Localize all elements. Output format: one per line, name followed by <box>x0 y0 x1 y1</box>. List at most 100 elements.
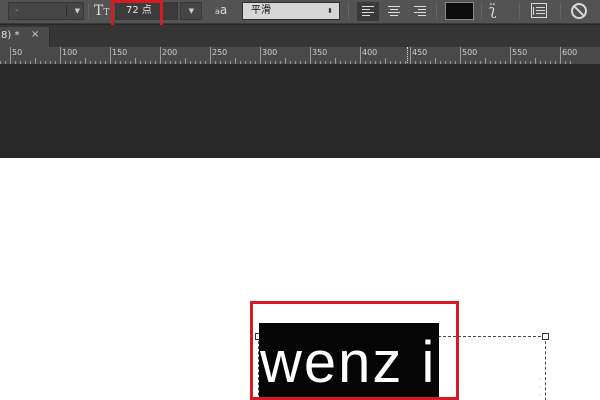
ruler-tick <box>330 61 331 64</box>
ruler-tick <box>480 61 481 64</box>
font-size-dropdown[interactable]: ▼ <box>180 2 202 20</box>
ruler-tick <box>150 61 151 64</box>
ruler-label: 550 <box>512 48 528 57</box>
document-tab[interactable]: 8) * × <box>0 27 50 47</box>
ruler-tick <box>255 61 256 64</box>
text-color-swatch[interactable] <box>445 2 474 20</box>
toolbar-divider <box>436 3 437 20</box>
ruler-tick <box>525 61 526 64</box>
ruler-tick <box>505 61 506 64</box>
ruler-tick <box>30 61 31 64</box>
toolbar-divider <box>348 3 349 20</box>
ruler-tick <box>515 61 516 64</box>
antialias-select[interactable]: 平滑 ⬍ <box>242 2 340 20</box>
ruler-tick <box>15 61 16 64</box>
ruler-tick <box>130 61 131 64</box>
align-right-button[interactable] <box>409 2 431 21</box>
ruler-tick <box>425 61 426 64</box>
cancel-icon[interactable] <box>571 3 587 19</box>
ruler-tick <box>200 61 201 64</box>
ruler-tick <box>465 61 466 64</box>
ruler-tick <box>540 61 541 64</box>
ruler-tick <box>20 61 21 64</box>
chevron-down-icon: ▼ <box>74 7 80 15</box>
document-tab-bar: 8) * × <box>0 25 600 47</box>
ruler-label: 350 <box>312 48 328 57</box>
ruler-tick <box>280 61 281 64</box>
ruler-tick <box>310 47 311 64</box>
ruler-tick <box>560 47 561 64</box>
toolbar-divider <box>560 3 561 20</box>
ruler-tick <box>110 47 111 64</box>
warp-text-icon[interactable]: ʅ̈ <box>489 1 496 19</box>
ruler-tick <box>245 61 246 64</box>
ruler-guide-dots: · · · <box>538 375 541 400</box>
horizontal-ruler[interactable]: 50 100 150 200 250 300 350 400 450 500 550 600 <box>0 47 600 65</box>
font-size-icon: TT <box>94 3 110 19</box>
ruler-tick <box>430 61 431 64</box>
ruler-tick <box>455 61 456 64</box>
ruler-tick <box>120 61 121 64</box>
ruler-tick <box>300 61 301 64</box>
ruler-tick <box>535 58 536 64</box>
ruler-tick <box>555 61 556 64</box>
ruler-tick <box>60 47 61 64</box>
ruler-tick <box>175 61 176 64</box>
ruler-tick <box>70 61 71 64</box>
ruler-tick <box>210 47 211 64</box>
ruler-tick <box>360 47 361 64</box>
ruler-tick <box>40 61 41 64</box>
ruler-tick <box>205 61 206 64</box>
ruler-tick <box>445 61 446 64</box>
toolbar-divider <box>88 3 89 20</box>
toolbar-divider <box>481 3 482 20</box>
ruler-tick <box>370 61 371 64</box>
font-style-select[interactable]: - ▼ <box>8 2 84 20</box>
text-highlight <box>250 301 459 400</box>
ruler-tick <box>460 47 461 64</box>
ruler-label: 50 <box>12 48 23 57</box>
transform-handle[interactable] <box>542 333 549 340</box>
ruler-tick <box>355 61 356 64</box>
ruler-tick <box>90 61 91 64</box>
ruler-tick <box>0 61 1 64</box>
close-icon[interactable]: × <box>31 29 39 40</box>
ruler-tick <box>225 61 226 64</box>
ruler-label: 400 <box>362 48 378 57</box>
ruler-label: 600 <box>562 48 578 57</box>
ruler-tick <box>435 58 436 64</box>
ruler-tick <box>195 61 196 64</box>
ruler-tick <box>305 61 306 64</box>
ruler-tick <box>365 61 366 64</box>
ruler-tick <box>340 61 341 64</box>
ruler-tick <box>105 61 106 64</box>
ruler-tick <box>275 61 276 64</box>
workspace-background <box>0 66 600 158</box>
ruler-tick <box>75 61 76 64</box>
ruler-tick <box>140 61 141 64</box>
document-tab-label: 8) * <box>1 30 20 41</box>
ruler-tick <box>520 61 521 64</box>
ruler-tick <box>5 61 6 64</box>
ruler-label: 100 <box>62 48 78 57</box>
updown-arrows-icon: ⬍ <box>327 7 333 15</box>
align-left-button[interactable] <box>357 2 379 21</box>
ruler-tick <box>325 61 326 64</box>
ruler-tick <box>220 61 221 64</box>
ruler-tick <box>440 61 441 64</box>
ruler-tick <box>350 61 351 64</box>
align-center-button[interactable] <box>383 2 405 21</box>
ruler-label: 150 <box>112 48 128 57</box>
ruler-tick <box>450 61 451 64</box>
ruler-tick <box>125 61 126 64</box>
ruler-tick <box>510 47 511 64</box>
ruler-tick <box>165 61 166 64</box>
ruler-tick <box>475 61 476 64</box>
ruler-label: 300 <box>262 48 278 57</box>
ruler-tick <box>345 61 346 64</box>
ruler-tick <box>415 61 416 64</box>
ruler-tick <box>395 61 396 64</box>
ruler-tick <box>270 61 271 64</box>
ruler-cursor-indicator <box>407 47 408 64</box>
panel-toggle-icon[interactable] <box>531 3 547 18</box>
